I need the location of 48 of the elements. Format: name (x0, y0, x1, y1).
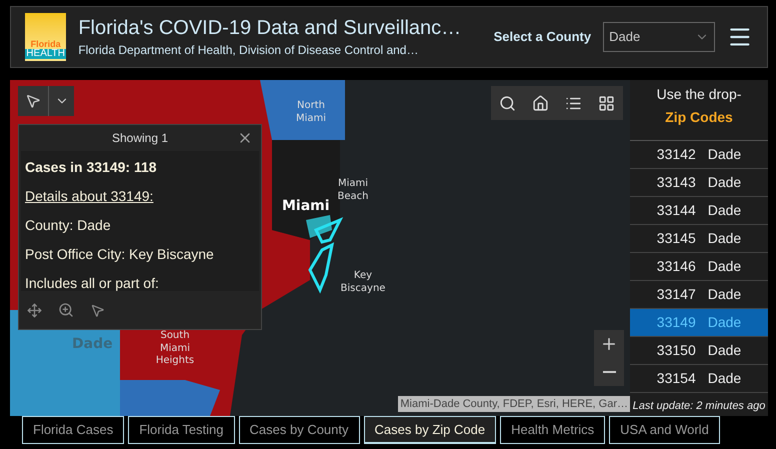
zip-row[interactable]: 33154 Dade (630, 365, 768, 393)
minus-icon (602, 371, 616, 373)
zoom-in-button[interactable] (594, 330, 624, 358)
zip-row[interactable]: 33146 Dade (630, 253, 768, 281)
grid-icon[interactable] (598, 94, 615, 112)
list-intro: Use the drop- (656, 85, 742, 104)
zip-row[interactable]: 33150 Dade (630, 337, 768, 365)
tab[interactable]: Florida Testing (128, 416, 235, 444)
zip-row[interactable]: 33145 Dade (630, 225, 768, 253)
list-heading: Zip Codes (630, 105, 768, 141)
zip-row[interactable]: 33143 Dade (630, 169, 768, 197)
plus-icon (600, 335, 618, 353)
zip-row[interactable]: 33142 Dade (630, 141, 768, 169)
zip-row[interactable]: 33144 Dade (630, 197, 768, 225)
map-label: Key Biscayne (340, 270, 386, 295)
county-label: Select a County (494, 28, 592, 46)
tab[interactable]: Florida Cases (22, 416, 124, 444)
tab[interactable]: Cases by County (238, 416, 360, 444)
popup-text: County: Dade (25, 216, 112, 235)
search-icon[interactable] (499, 94, 516, 112)
map-label: North Miami (294, 100, 328, 125)
tab[interactable]: Cases by Zip Code (364, 416, 496, 444)
zoom-icon[interactable] (58, 302, 74, 318)
logo-text: Florida (30, 40, 61, 49)
tab[interactable]: USA and World (609, 416, 720, 444)
details-link[interactable]: Details about 33149: (25, 186, 154, 207)
map-label: South Miami Heights (154, 330, 196, 368)
popup-text: Includes all or part of: (25, 274, 160, 291)
map-label: Dade (72, 336, 112, 354)
select-icon[interactable] (90, 302, 105, 318)
popup-title: Showing 1 (112, 130, 168, 147)
pointer-icon (25, 93, 41, 109)
popup-text: Cases in 33149: 118 (25, 158, 158, 177)
popup-text: Post Office City: Key Biscayne (25, 245, 215, 264)
map-label: Miami Beach (336, 178, 370, 203)
select-tool-button[interactable] (18, 86, 48, 116)
app-title: Florida's COVID-19 Data and Surveillanc… (78, 16, 462, 40)
logo-text: HEALTH (25, 49, 66, 59)
last-update-text: Last update: 2 minutes ago (632, 398, 766, 414)
map-label: Miami (282, 198, 326, 216)
map-attribution: Miami-Dade County, FDEP, Esri, HERE, Gar… (398, 396, 630, 412)
map-view[interactable] (10, 80, 630, 416)
app-subtitle: Florida Department of Health, Division of Disease Control and… (78, 42, 420, 58)
tab[interactable]: Health Metrics (500, 416, 606, 444)
home-icon[interactable] (532, 94, 549, 112)
county-dropdown[interactable]: Dade (603, 22, 716, 52)
zoom-out-button[interactable] (594, 358, 624, 386)
move-icon[interactable] (27, 302, 42, 318)
